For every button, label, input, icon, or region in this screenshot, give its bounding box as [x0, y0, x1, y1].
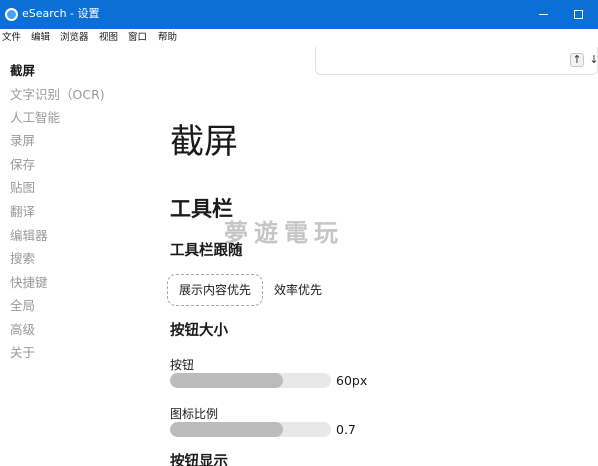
menu-view[interactable]: 视图: [99, 32, 118, 44]
button-size-slider-fill: [170, 373, 283, 388]
sidebar-item-ai[interactable]: 人工智能: [10, 110, 60, 126]
watermark: 夢遊電玩: [224, 219, 344, 247]
menu-edit[interactable]: 编辑: [31, 32, 50, 44]
page-title: 截屏: [170, 122, 238, 162]
sidebar-item-save[interactable]: 保存: [10, 157, 35, 173]
minimize-button[interactable]: [536, 6, 552, 22]
option-efficiency-first[interactable]: 效率优先: [274, 282, 322, 298]
icon-scale-label: 图标比例: [170, 407, 219, 421]
icon-scale-slider-fill: [170, 422, 283, 437]
sidebar-item-advanced[interactable]: 高级: [10, 322, 35, 338]
sidebar-item-screenshot[interactable]: 截屏: [10, 63, 35, 79]
app-logo-icon: [5, 8, 18, 21]
menu-window[interactable]: 窗口: [128, 32, 147, 44]
sidebar-item-shortcuts[interactable]: 快捷键: [10, 275, 48, 291]
sidebar-item-search[interactable]: 搜索: [10, 251, 35, 267]
sidebar-item-about[interactable]: 关于: [10, 345, 35, 361]
sidebar-item-pin[interactable]: 贴图: [10, 180, 35, 196]
button-size-label: 按钮: [170, 358, 195, 372]
button-size-slider[interactable]: [170, 373, 331, 388]
menu-help[interactable]: 帮助: [158, 32, 177, 44]
menu-bar: 文件 编辑 浏览器 视图 窗口 帮助: [0, 29, 598, 47]
sidebar-item-global[interactable]: 全局: [10, 298, 35, 314]
title-bar: eSearch - 设置: [0, 0, 598, 29]
maximize-button[interactable]: [570, 6, 586, 22]
icon-scale-value: 0.7: [336, 422, 356, 437]
search-input[interactable]: [315, 47, 598, 75]
sidebar-item-ocr[interactable]: 文字识别（OCR): [10, 87, 105, 103]
arrow-down-icon[interactable]: ↓: [588, 53, 598, 67]
sidebar-item-screen-record[interactable]: 录屏: [10, 133, 35, 149]
button-size-title: 按钮大小: [170, 323, 228, 339]
arrow-up-icon[interactable]: ↑: [570, 53, 584, 67]
option-content-first[interactable]: 展示内容优先: [167, 274, 263, 306]
icon-scale-slider[interactable]: [170, 422, 331, 437]
button-size-value: 60px: [336, 373, 368, 388]
sidebar-item-editor[interactable]: 编辑器: [10, 228, 48, 244]
sidebar-item-translate[interactable]: 翻译: [10, 204, 35, 220]
menu-file[interactable]: 文件: [2, 32, 21, 44]
menu-browser[interactable]: 浏览器: [60, 32, 89, 44]
button-display-title: 按钮显示: [170, 454, 228, 466]
window-title: eSearch - 设置: [22, 7, 100, 20]
